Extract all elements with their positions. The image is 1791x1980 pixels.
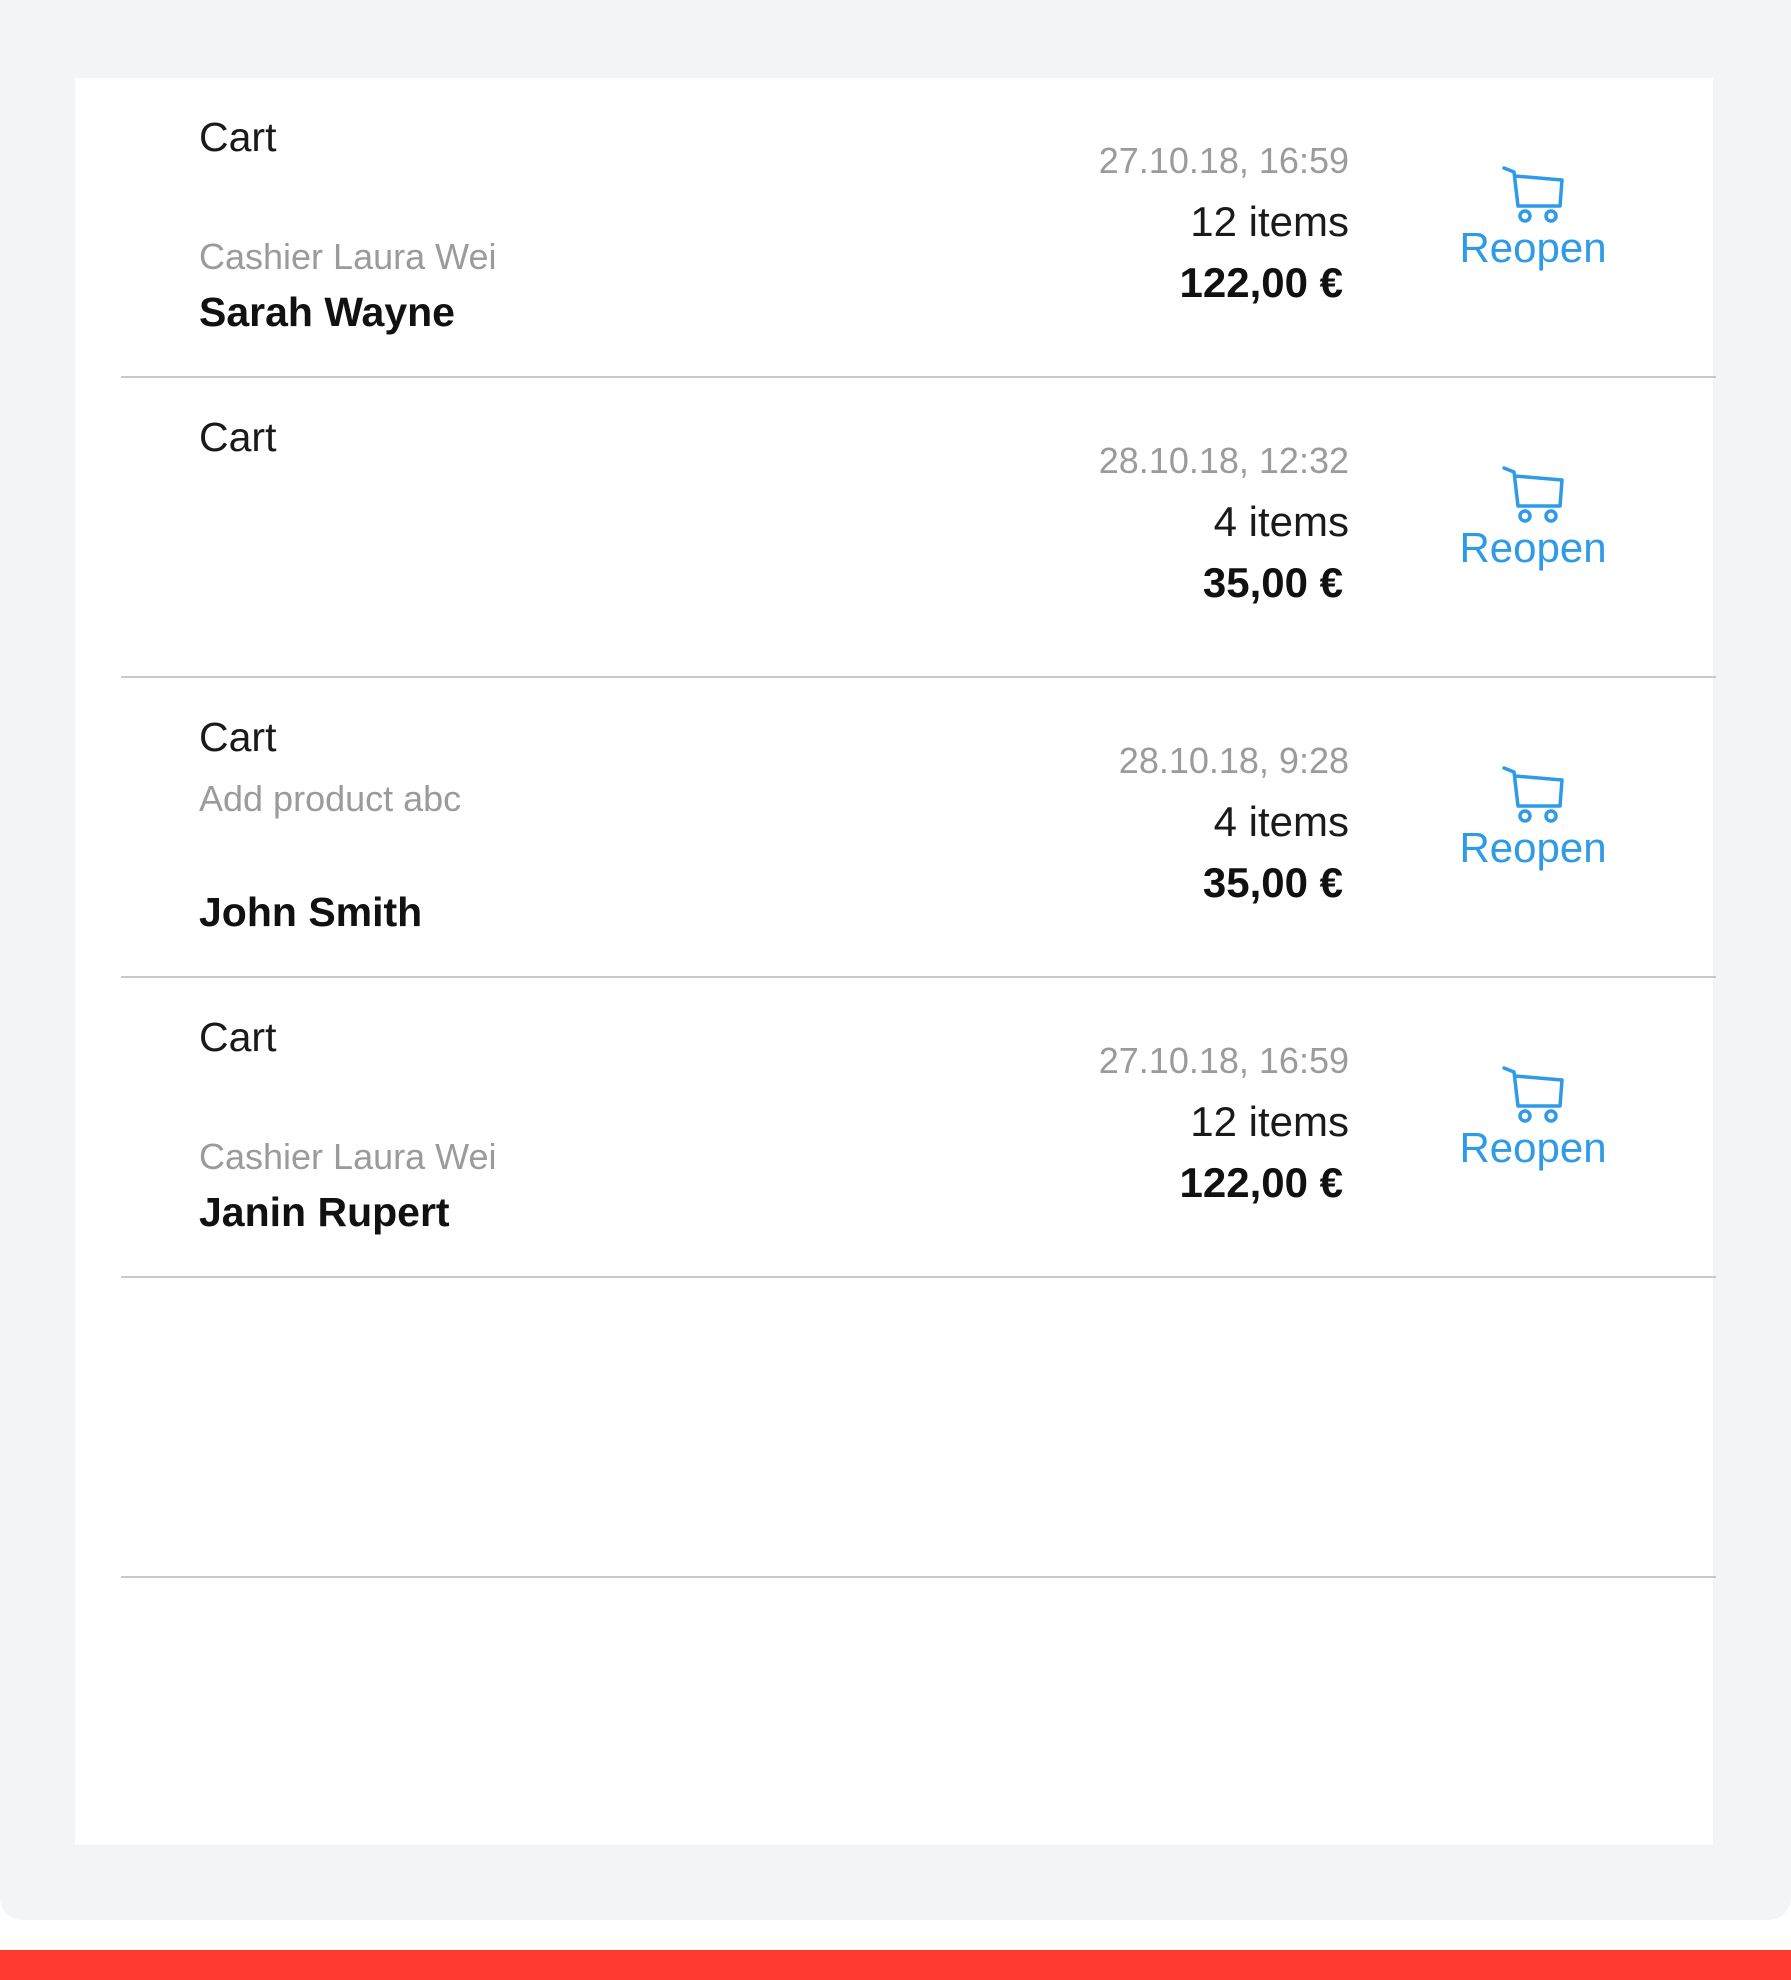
cart-row: Cart Add product abc John Smith 28.10.18…	[75, 678, 1716, 978]
row-divider	[121, 1576, 1716, 1578]
reopen-button[interactable]: Reopen	[1453, 1058, 1613, 1188]
reopen-label: Reopen	[1459, 824, 1607, 871]
cart-title: Cart	[199, 714, 277, 760]
reopen-label: Reopen	[1459, 524, 1607, 571]
cart-title: Cart	[199, 1014, 277, 1060]
shopping-cart-icon	[1502, 466, 1564, 523]
cart-date: 27.10.18, 16:59	[1098, 1040, 1349, 1081]
item-count: 4 items	[1213, 798, 1349, 845]
reopen-button[interactable]: Reopen	[1453, 758, 1613, 888]
cart-list: Cart Cashier Laura Wei Sarah Wayne 27.10…	[75, 78, 1716, 1845]
customer-name: Sarah Wayne	[199, 289, 455, 335]
cart-title: Cart	[199, 114, 277, 160]
cart-date: 28.10.18, 9:28	[1118, 740, 1349, 781]
cashier-name: Cashier Laura Wei	[199, 1136, 497, 1177]
app-background: Cart Cashier Laura Wei Sarah Wayne 27.10…	[0, 0, 1791, 1920]
cashier-name: Cashier Laura Wei	[199, 236, 497, 277]
shopping-cart-icon	[1502, 1066, 1564, 1123]
empty-row	[75, 1278, 1716, 1578]
cart-total: 35,00 €	[1202, 559, 1343, 606]
cart-title: Cart	[199, 414, 277, 460]
reopen-label: Reopen	[1459, 1124, 1607, 1171]
cart-total: 122,00 €	[1179, 1159, 1344, 1206]
cart-date: 28.10.18, 12:32	[1098, 440, 1349, 481]
reopen-button[interactable]: Reopen	[1453, 458, 1613, 588]
customer-name: John Smith	[199, 889, 423, 935]
item-count: 4 items	[1213, 498, 1349, 545]
reopen-button[interactable]: Reopen	[1453, 158, 1613, 288]
customer-name: Janin Rupert	[199, 1189, 450, 1235]
cart-row: Cart Cashier Laura Wei Sarah Wayne 27.10…	[75, 78, 1716, 378]
reopen-label: Reopen	[1459, 224, 1607, 271]
cart-total: 122,00 €	[1179, 259, 1344, 306]
cart-total: 35,00 €	[1202, 859, 1343, 906]
cart-row: Cart 28.10.18, 12:32 4 items 35,00 € Reo…	[75, 378, 1716, 678]
shopping-cart-icon	[1502, 766, 1564, 823]
cart-date: 27.10.18, 16:59	[1098, 140, 1349, 181]
item-count: 12 items	[1190, 198, 1349, 245]
cart-note: Add product abc	[199, 778, 462, 819]
cart-row: Cart Cashier Laura Wei Janin Rupert 27.1…	[75, 978, 1716, 1278]
item-count: 12 items	[1190, 1098, 1349, 1145]
footer-bar	[0, 1950, 1791, 1980]
shopping-cart-icon	[1502, 166, 1564, 223]
